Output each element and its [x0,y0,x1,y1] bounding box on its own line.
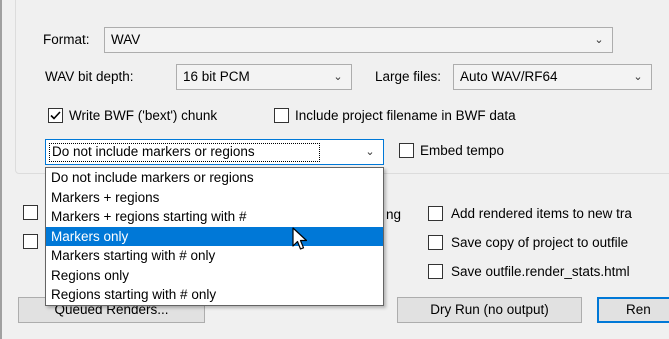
dropdown-option[interactable]: Regions starting with # only [46,285,383,305]
chevron-down-icon: ⌄ [633,71,643,83]
write-bwf-label: Write BWF ('bext') chunk [69,108,218,123]
markers-regions-dropdown-list: Do not include markers or regions Marker… [45,167,384,306]
render-button[interactable]: Ren [597,297,669,323]
save-copy-project-label: Save copy of project to outfile [451,235,629,250]
wav-bit-depth-label: WAV bit depth: [45,69,134,84]
dropdown-option[interactable]: Markers + regions starting with # [46,207,383,227]
add-rendered-items-checkbox[interactable] [428,206,443,221]
large-files-label: Large files: [375,69,442,84]
dropdown-option-highlighted[interactable]: Markers only [46,226,383,246]
mouse-cursor-icon [292,227,308,250]
dropdown-option[interactable]: Markers + regions [46,188,383,208]
wav-bit-depth-combo[interactable]: 16 bit PCM ⌄ [176,64,352,90]
format-label: Format: [43,32,90,47]
add-rendered-items-label: Add rendered items to new tra [451,206,632,221]
embed-tempo-checkbox[interactable] [399,143,414,158]
large-files-combo[interactable]: Auto WAV/RF64 ⌄ [453,64,652,90]
dropdown-option[interactable]: Regions only [46,266,383,286]
chevron-down-icon: ⌄ [333,71,343,83]
save-render-stats-checkbox[interactable] [428,264,443,279]
format-combo[interactable]: WAV ⌄ [104,27,613,53]
markers-regions-combo[interactable]: Do not include markers or regions ⌄ [45,139,384,165]
dropdown-option[interactable]: Markers starting with # only [46,246,383,266]
render-option-checkbox[interactable] [23,234,38,249]
dry-run-button[interactable]: Dry Run (no output) [397,297,582,323]
chevron-down-icon: ⌄ [594,34,604,46]
wav-bit-depth-value: 16 bit PCM [183,69,250,84]
partial-option-label: ng [386,207,402,222]
embed-tempo-label: Embed tempo [420,143,505,158]
render-option-checkbox[interactable] [23,205,38,220]
markers-regions-value: Do not include markers or regions [52,144,255,159]
large-files-value: Auto WAV/RF64 [460,69,558,84]
dropdown-option[interactable]: Do not include markers or regions [46,168,383,188]
save-render-stats-label: Save outfile.render_stats.html [451,264,630,279]
panel-left-edge [0,0,2,339]
include-project-filename-checkbox[interactable] [274,108,289,123]
save-copy-project-checkbox[interactable] [428,235,443,250]
format-value: WAV [111,32,141,47]
write-bwf-checkbox[interactable] [48,108,63,123]
include-project-filename-label: Include project filename in BWF data [295,108,516,123]
chevron-down-icon: ⌄ [365,146,375,158]
checkmark-icon [50,111,61,120]
